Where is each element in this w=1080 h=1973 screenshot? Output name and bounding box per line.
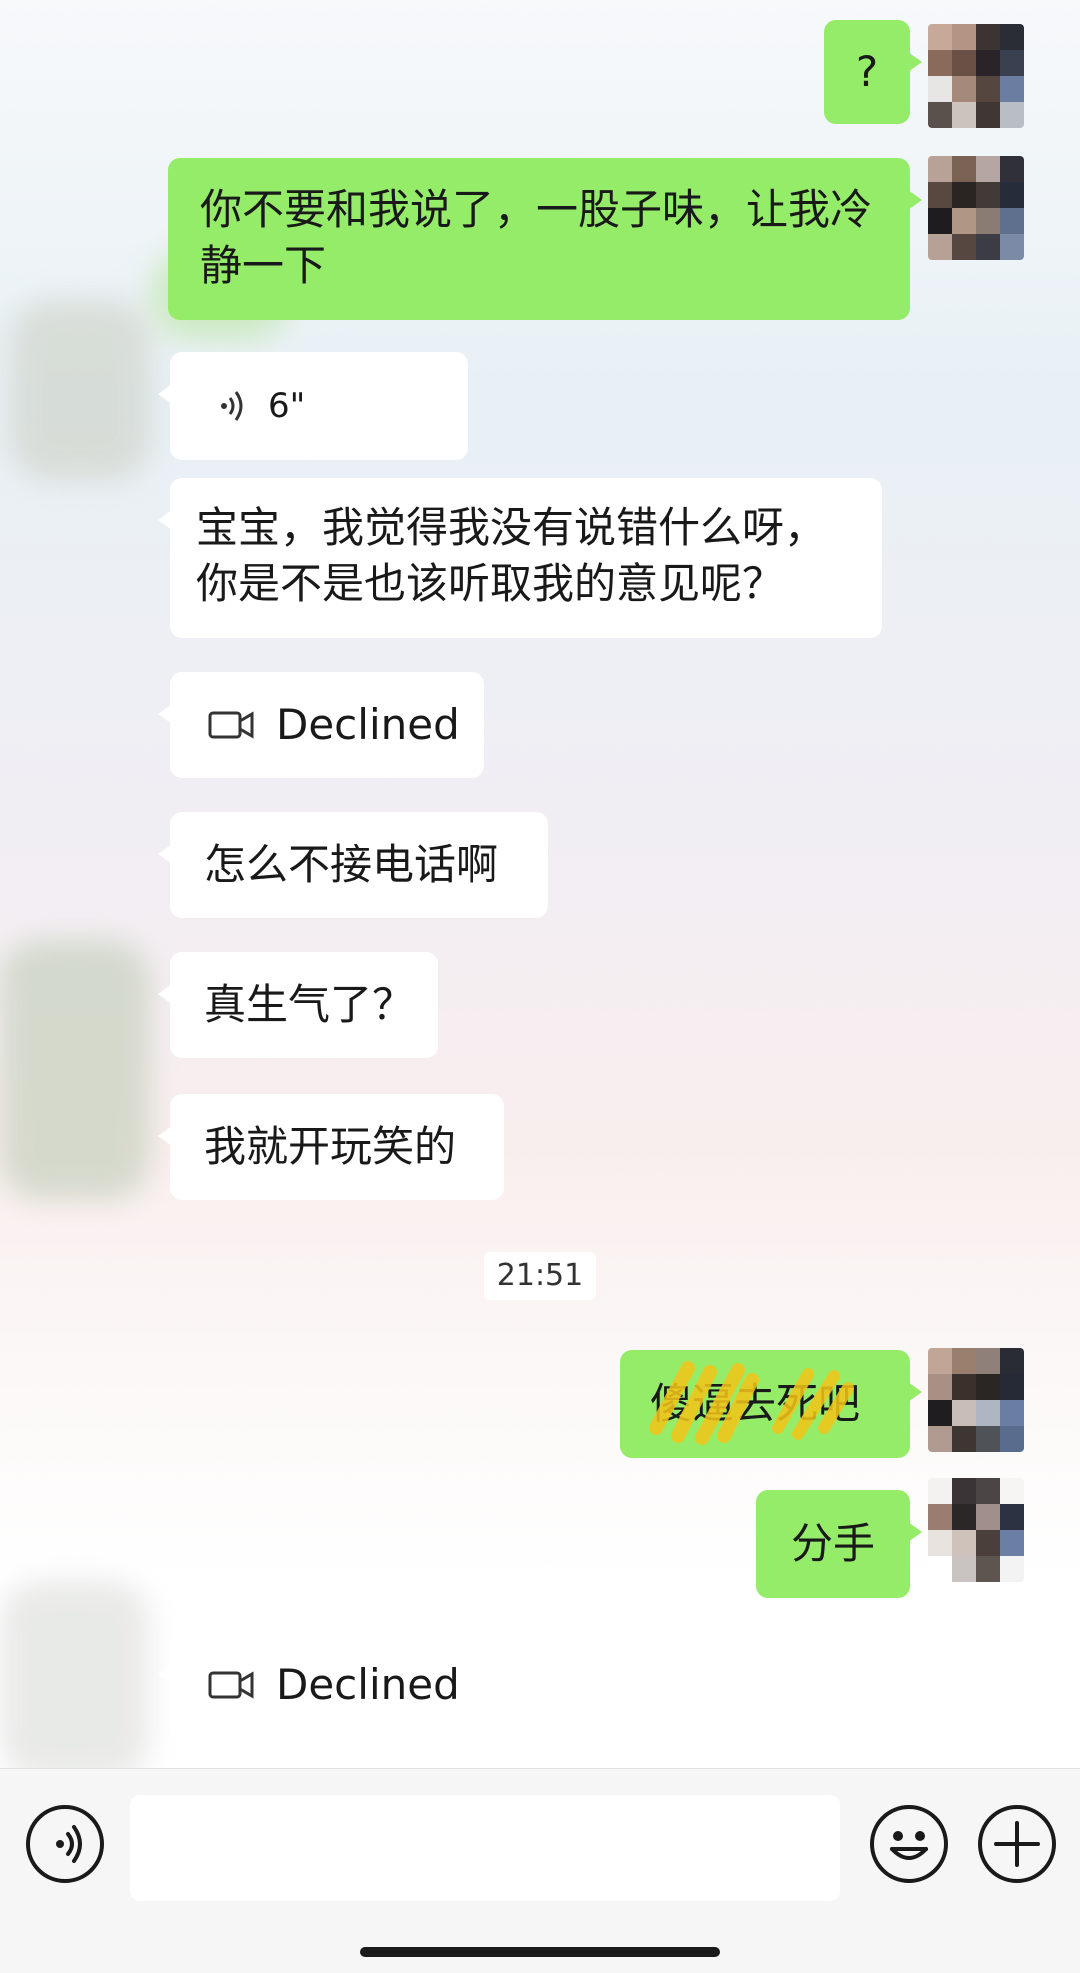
incoming-call-record[interactable]: Declined (158, 1632, 484, 1738)
message-text: ? (855, 47, 879, 96)
message-text: 我就开玩笑的 (204, 1122, 457, 1171)
voice-input-icon (56, 1825, 82, 1863)
call-status: Declined (276, 1660, 460, 1709)
background-smudge (0, 1580, 150, 1780)
voice-duration: 6" (268, 386, 306, 426)
emoji-icon (890, 1831, 928, 1860)
outgoing-message-bubble[interactable]: 分手 (756, 1490, 922, 1598)
voice-input-button[interactable] (26, 1805, 104, 1883)
call-status: Declined (276, 700, 460, 749)
user-avatar[interactable] (928, 156, 1024, 260)
message-input[interactable] (130, 1795, 840, 1901)
outgoing-message-bubble[interactable]: ? (824, 20, 922, 124)
user-avatar[interactable] (928, 24, 1024, 128)
chat-timestamp: 21:51 (484, 1252, 596, 1300)
incoming-message-bubble[interactable]: 怎么不接电话啊 (158, 812, 548, 918)
message-text: 分手 (790, 1519, 875, 1568)
user-avatar[interactable] (928, 1478, 1024, 1582)
incoming-voice-message[interactable]: 6" (158, 352, 468, 460)
message-text: 怎么不接电话啊 (204, 840, 499, 889)
incoming-message-bubble[interactable]: 真生气了？ (158, 952, 438, 1058)
video-camera-icon (208, 1671, 254, 1699)
background-smudge (10, 300, 150, 480)
message-text: 你不要和我说了，一股子味，让我冷静一下 (200, 185, 873, 290)
plus-icon (994, 1821, 1040, 1867)
incoming-message-bubble[interactable]: 宝宝，我觉得我没有说错什么呀，你是不是也该听取我的意见呢？ (158, 478, 882, 638)
message-text: 真生气了？ (204, 980, 415, 1029)
home-indicator[interactable] (360, 1947, 720, 1957)
outgoing-message-bubble[interactable]: 傻逼去死吧 (620, 1350, 922, 1458)
incoming-call-record[interactable]: Declined (158, 672, 484, 778)
video-camera-icon (208, 711, 254, 739)
incoming-message-bubble[interactable]: 我就开玩笑的 (158, 1094, 504, 1200)
more-button[interactable] (978, 1805, 1056, 1883)
chat-input-bar (0, 1768, 1080, 1973)
emoji-button[interactable] (870, 1805, 948, 1883)
redaction-scribble (649, 1361, 854, 1445)
background-smudge (0, 940, 150, 1200)
message-text: 宝宝，我觉得我没有说错什么呀，你是不是也该听取我的意见呢？ (196, 503, 827, 608)
voice-wave-icon (221, 391, 243, 421)
user-avatar[interactable] (928, 1348, 1024, 1452)
outgoing-message-bubble[interactable]: 你不要和我说了，一股子味，让我冷静一下 (168, 158, 922, 320)
